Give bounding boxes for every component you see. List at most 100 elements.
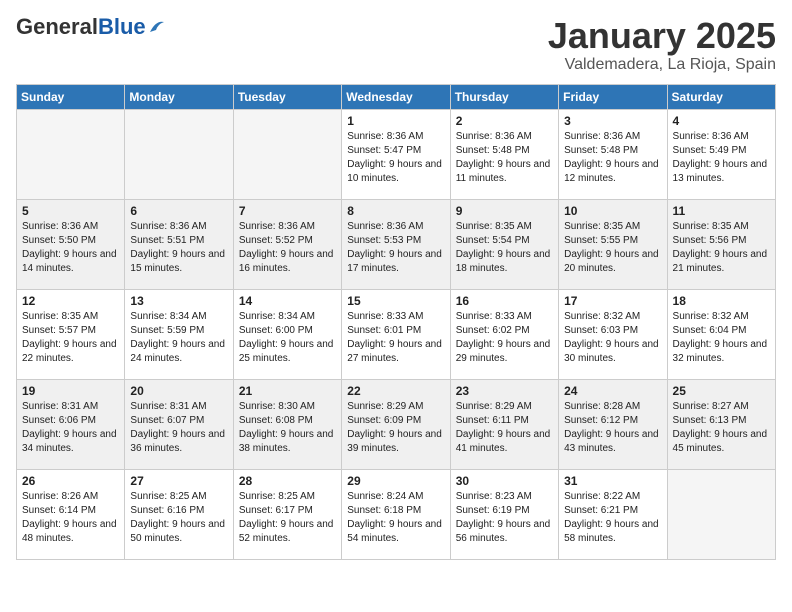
- calendar-cell: 31Sunrise: 8:22 AM Sunset: 6:21 PM Dayli…: [559, 469, 667, 559]
- cell-info: Sunrise: 8:36 AM Sunset: 5:48 PM Dayligh…: [564, 130, 661, 186]
- weekday-header-monday: Monday: [125, 84, 233, 109]
- cell-info: Sunrise: 8:24 AM Sunset: 6:18 PM Dayligh…: [347, 490, 444, 546]
- day-number: 5: [22, 204, 119, 218]
- cell-info: Sunrise: 8:27 AM Sunset: 6:13 PM Dayligh…: [673, 400, 770, 456]
- cell-info: Sunrise: 8:36 AM Sunset: 5:48 PM Dayligh…: [456, 130, 553, 186]
- month-title: January 2025: [548, 16, 776, 56]
- calendar-cell: 8Sunrise: 8:36 AM Sunset: 5:53 PM Daylig…: [342, 199, 450, 289]
- cell-info: Sunrise: 8:32 AM Sunset: 6:03 PM Dayligh…: [564, 310, 661, 366]
- calendar-week-row: 19 Sunrise: 8:31 AM Sunset: 6:06 PM Dayli…: [17, 379, 776, 469]
- day-number: 19: [22, 384, 119, 398]
- calendar-cell: 14 Sunrise: 8:34 AM Sunset: 6:00 PM Dayli…: [233, 289, 341, 379]
- day-number: 11: [673, 204, 770, 218]
- cell-info: Sunrise: 8:36 AM Sunset: 5:47 PM Dayligh…: [347, 130, 444, 186]
- calendar-cell: 10Sunrise: 8:35 AM Sunset: 5:55 PM Dayli…: [559, 199, 667, 289]
- calendar-cell: 13 Sunrise: 8:34 AM Sunset: 5:59 PM Dayli…: [125, 289, 233, 379]
- calendar-cell: 24 Sunrise: 8:28 AM Sunset: 6:12 PM Dayli…: [559, 379, 667, 469]
- day-number: 20: [130, 384, 227, 398]
- location-subtitle: Valdemadera, La Rioja, Spain: [548, 56, 776, 74]
- calendar-table: SundayMondayTuesdayWednesdayThursdayFrid…: [16, 84, 776, 560]
- calendar-cell: 5Sunrise: 8:36 AM Sunset: 5:50 PM Daylig…: [17, 199, 125, 289]
- calendar-cell: 25 Sunrise: 8:27 AM Sunset: 6:13 PM Dayli…: [667, 379, 775, 469]
- calendar-cell: 11 Sunrise: 8:35 AM Sunset: 5:56 PM Dayli…: [667, 199, 775, 289]
- day-number: 30: [456, 474, 553, 488]
- logo-bird-icon: [148, 18, 166, 34]
- weekday-header-sunday: Sunday: [17, 84, 125, 109]
- day-number: 21: [239, 384, 336, 398]
- logo: GeneralBlue: [16, 16, 166, 38]
- weekday-header-tuesday: Tuesday: [233, 84, 341, 109]
- calendar-cell: 4 Sunrise: 8:36 AM Sunset: 5:49 PM Daylig…: [667, 109, 775, 199]
- calendar-cell: 28 Sunrise: 8:25 AM Sunset: 6:17 PM Dayli…: [233, 469, 341, 559]
- calendar-cell: [17, 109, 125, 199]
- cell-info: Sunrise: 8:36 AM Sunset: 5:53 PM Dayligh…: [347, 220, 444, 276]
- cell-info: Sunrise: 8:36 AM Sunset: 5:52 PM Dayligh…: [239, 220, 336, 276]
- cell-info: Sunrise: 8:25 AM Sunset: 6:16 PM Dayligh…: [130, 490, 227, 546]
- day-number: 22: [347, 384, 444, 398]
- calendar-week-row: 12 Sunrise: 8:35 AM Sunset: 5:57 PM Dayli…: [17, 289, 776, 379]
- cell-info: Sunrise: 8:36 AM Sunset: 5:49 PM Dayligh…: [673, 130, 770, 186]
- day-number: 4: [673, 114, 770, 128]
- cell-info: Sunrise: 8:34 AM Sunset: 5:59 PM Dayligh…: [130, 310, 227, 366]
- calendar-cell: 9Sunrise: 8:35 AM Sunset: 5:54 PM Daylig…: [450, 199, 558, 289]
- cell-info: Sunrise: 8:33 AM Sunset: 6:02 PM Dayligh…: [456, 310, 553, 366]
- day-number: 14: [239, 294, 336, 308]
- cell-info: Sunrise: 8:29 AM Sunset: 6:09 PM Dayligh…: [347, 400, 444, 456]
- calendar-cell: 29 Sunrise: 8:24 AM Sunset: 6:18 PM Dayli…: [342, 469, 450, 559]
- day-number: 24: [564, 384, 661, 398]
- day-number: 28: [239, 474, 336, 488]
- day-number: 10: [564, 204, 661, 218]
- page-header: GeneralBlue January 2025 Valdemadera, La…: [16, 16, 776, 74]
- calendar-cell: 12 Sunrise: 8:35 AM Sunset: 5:57 PM Dayli…: [17, 289, 125, 379]
- calendar-cell: 6 Sunrise: 8:36 AM Sunset: 5:51 PM Daylig…: [125, 199, 233, 289]
- cell-info: Sunrise: 8:34 AM Sunset: 6:00 PM Dayligh…: [239, 310, 336, 366]
- cell-info: Sunrise: 8:36 AM Sunset: 5:51 PM Dayligh…: [130, 220, 227, 276]
- calendar-cell: 22 Sunrise: 8:29 AM Sunset: 6:09 PM Dayli…: [342, 379, 450, 469]
- day-number: 23: [456, 384, 553, 398]
- cell-info: Sunrise: 8:25 AM Sunset: 6:17 PM Dayligh…: [239, 490, 336, 546]
- cell-info: Sunrise: 8:29 AM Sunset: 6:11 PM Dayligh…: [456, 400, 553, 456]
- calendar-cell: 27 Sunrise: 8:25 AM Sunset: 6:16 PM Dayli…: [125, 469, 233, 559]
- day-number: 2: [456, 114, 553, 128]
- day-number: 27: [130, 474, 227, 488]
- logo-general-text: General: [16, 16, 98, 38]
- cell-info: Sunrise: 8:33 AM Sunset: 6:01 PM Dayligh…: [347, 310, 444, 366]
- day-number: 12: [22, 294, 119, 308]
- calendar-cell: 15 Sunrise: 8:33 AM Sunset: 6:01 PM Dayli…: [342, 289, 450, 379]
- day-number: 13: [130, 294, 227, 308]
- logo-blue-text: Blue: [98, 16, 146, 38]
- calendar-cell: 30Sunrise: 8:23 AM Sunset: 6:19 PM Dayli…: [450, 469, 558, 559]
- calendar-cell: 20 Sunrise: 8:31 AM Sunset: 6:07 PM Dayli…: [125, 379, 233, 469]
- calendar-cell: 26Sunrise: 8:26 AM Sunset: 6:14 PM Dayli…: [17, 469, 125, 559]
- cell-info: Sunrise: 8:32 AM Sunset: 6:04 PM Dayligh…: [673, 310, 770, 366]
- cell-info: Sunrise: 8:35 AM Sunset: 5:56 PM Dayligh…: [673, 220, 770, 276]
- cell-info: Sunrise: 8:35 AM Sunset: 5:54 PM Dayligh…: [456, 220, 553, 276]
- title-area: January 2025 Valdemadera, La Rioja, Spai…: [548, 16, 776, 74]
- weekday-header-saturday: Saturday: [667, 84, 775, 109]
- day-number: 7: [239, 204, 336, 218]
- cell-info: Sunrise: 8:22 AM Sunset: 6:21 PM Dayligh…: [564, 490, 661, 546]
- cell-info: Sunrise: 8:28 AM Sunset: 6:12 PM Dayligh…: [564, 400, 661, 456]
- cell-info: Sunrise: 8:31 AM Sunset: 6:07 PM Dayligh…: [130, 400, 227, 456]
- calendar-cell: 19 Sunrise: 8:31 AM Sunset: 6:06 PM Dayli…: [17, 379, 125, 469]
- calendar-cell: 7 Sunrise: 8:36 AM Sunset: 5:52 PM Daylig…: [233, 199, 341, 289]
- cell-info: Sunrise: 8:31 AM Sunset: 6:06 PM Dayligh…: [22, 400, 119, 456]
- cell-info: Sunrise: 8:30 AM Sunset: 6:08 PM Dayligh…: [239, 400, 336, 456]
- calendar-week-row: 1Sunrise: 8:36 AM Sunset: 5:47 PM Daylig…: [17, 109, 776, 199]
- calendar-cell: [667, 469, 775, 559]
- day-number: 29: [347, 474, 444, 488]
- calendar-cell: [233, 109, 341, 199]
- calendar-cell: 21 Sunrise: 8:30 AM Sunset: 6:08 PM Dayli…: [233, 379, 341, 469]
- day-number: 15: [347, 294, 444, 308]
- calendar-week-row: 5Sunrise: 8:36 AM Sunset: 5:50 PM Daylig…: [17, 199, 776, 289]
- day-number: 16: [456, 294, 553, 308]
- weekday-header-friday: Friday: [559, 84, 667, 109]
- calendar-cell: 18Sunrise: 8:32 AM Sunset: 6:04 PM Dayli…: [667, 289, 775, 379]
- cell-info: Sunrise: 8:35 AM Sunset: 5:57 PM Dayligh…: [22, 310, 119, 366]
- calendar-cell: 1Sunrise: 8:36 AM Sunset: 5:47 PM Daylig…: [342, 109, 450, 199]
- weekday-header-row: SundayMondayTuesdayWednesdayThursdayFrid…: [17, 84, 776, 109]
- calendar-week-row: 26Sunrise: 8:26 AM Sunset: 6:14 PM Dayli…: [17, 469, 776, 559]
- day-number: 25: [673, 384, 770, 398]
- day-number: 3: [564, 114, 661, 128]
- day-number: 6: [130, 204, 227, 218]
